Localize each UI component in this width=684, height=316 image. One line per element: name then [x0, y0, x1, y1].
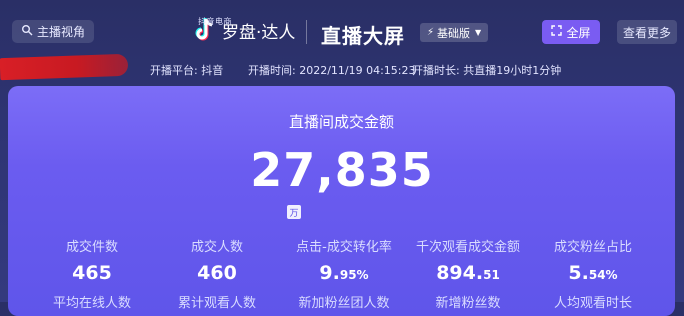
stat-gpm: 千次观看成交金额 894.51	[413, 236, 523, 284]
fullscreen-button[interactable]: 全屏	[542, 20, 600, 44]
stat-label: 千次观看成交金额	[415, 240, 520, 255]
stat-label: 成交件数	[65, 240, 118, 255]
live-start-time: 开播时间: 2022/11/19 04:15:23	[248, 64, 416, 77]
stat-value: 465	[72, 262, 112, 284]
edition-dropdown[interactable]: ⚡ 基础版 ▼	[420, 23, 489, 42]
stat-label: 点击-成交转化率	[296, 240, 392, 255]
stat-conversion-rate: 点击-成交转化率 9.95%	[289, 236, 399, 284]
page-title: 直播大屏	[321, 24, 405, 48]
logo-tagline: 抖音电商	[198, 17, 232, 26]
view-more-button[interactable]: 查看更多	[617, 20, 677, 44]
edition-label: 基础版	[437, 26, 471, 40]
live-duration: 开播时长: 共直播19小时1分钟	[412, 64, 562, 77]
host-view-icon	[21, 24, 33, 39]
stat-orders: 成交件数 465	[37, 236, 147, 284]
fullscreen-label: 全屏	[566, 25, 591, 40]
stat-value: 5.54%	[568, 262, 618, 284]
chevron-down-icon: ▼	[475, 28, 482, 37]
stat-value: 9.95%	[319, 262, 369, 284]
stat-label: 成交粉丝占比	[553, 240, 632, 255]
title-divider	[306, 20, 307, 44]
redacted-account-name	[0, 53, 129, 81]
host-view-label: 主播视角	[37, 25, 86, 39]
gmv-title: 直播间成交金额	[288, 113, 394, 131]
stat-label: 成交人数	[190, 240, 243, 255]
stat-value: 894.51	[436, 262, 500, 284]
stat-value: 460	[197, 262, 237, 284]
stat-fan-ratio: 成交粉丝占比 5.54%	[538, 236, 648, 284]
gmv-amount: 27,835	[250, 143, 434, 197]
fullscreen-icon	[551, 25, 563, 39]
lightning-icon: ⚡	[427, 27, 435, 38]
live-platform: 开播平台: 抖音	[150, 64, 224, 77]
gmv-unit: 万	[287, 205, 301, 219]
host-view-button[interactable]: 主播视角	[12, 20, 95, 43]
logo-name: 罗盘·达人	[222, 23, 296, 43]
stat-buyers: 成交人数 460	[162, 236, 272, 284]
